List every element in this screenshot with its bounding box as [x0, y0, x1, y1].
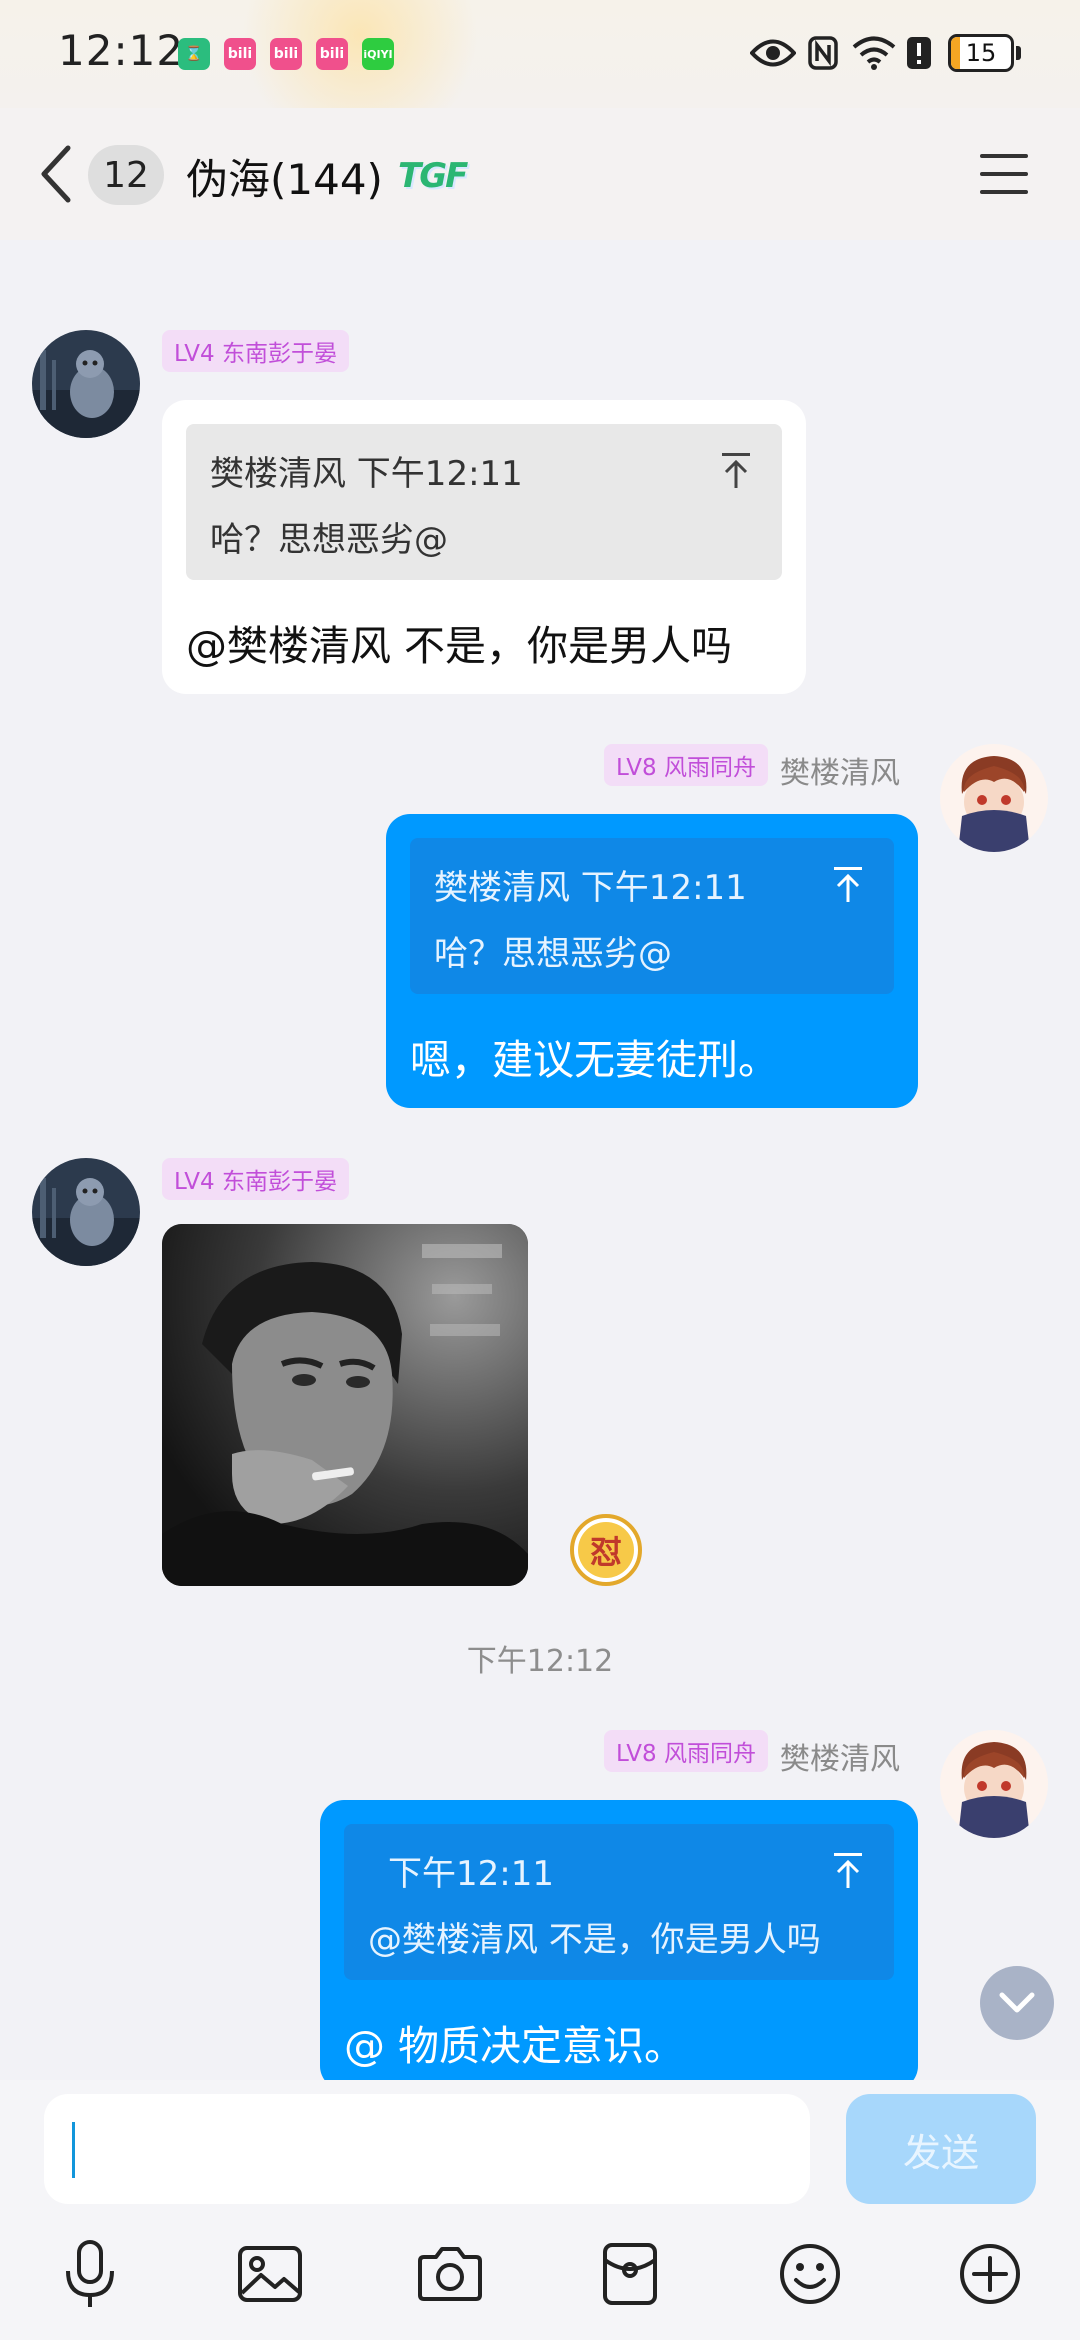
level-tag: LV8 风雨同舟 — [604, 1730, 768, 1772]
nfc-icon — [806, 28, 840, 78]
jump-to-quote-icon[interactable] — [830, 1850, 866, 1890]
quote-text: 哈？思想恶劣@ — [434, 934, 672, 974]
red-packet-icon[interactable] — [590, 2234, 670, 2314]
battery-icon: 15 — [948, 34, 1014, 72]
bilibili-icon: bili — [316, 38, 348, 70]
image-icon[interactable] — [230, 2234, 310, 2314]
bilibili-icon: bili — [270, 38, 302, 70]
level-tag: LV4 东南彭于晏 — [162, 330, 349, 372]
avatar[interactable] — [32, 330, 140, 438]
wifi-icon — [850, 28, 898, 78]
message-input[interactable] — [44, 2094, 810, 2204]
quote-author-time: 樊楼清风 下午12:11 — [434, 868, 747, 908]
quote-time: 下午12:11 — [388, 1854, 554, 1894]
message-text: 嗯，建议无妻徒刑。 — [410, 1036, 779, 1084]
hourglass-app-icon: ⌛ — [178, 38, 210, 70]
back-icon[interactable] — [34, 144, 78, 204]
status-time: 12:12 — [58, 26, 185, 75]
quote-text: @樊楼清风 不是，你是男人吗 — [368, 1920, 821, 1960]
message-text: @ 物质决定意识。 — [344, 2022, 686, 2070]
quote-text: 哈？思想恶劣@ — [210, 520, 448, 560]
jump-to-quote-icon[interactable] — [830, 864, 866, 904]
avatar[interactable] — [32, 1158, 140, 1266]
quote-author-time: 樊楼清风 下午12:11 — [210, 454, 523, 494]
scroll-to-bottom-button[interactable] — [980, 1966, 1054, 2040]
message-timestamp: 下午12:12 — [466, 1644, 614, 1679]
level-tag: LV4 东南彭于晏 — [162, 1158, 349, 1200]
reaction-badge[interactable]: 怼 — [570, 1514, 642, 1586]
iqiyi-icon: iQIYI — [362, 38, 394, 70]
camera-icon[interactable] — [410, 2234, 490, 2314]
emoji-icon[interactable] — [770, 2234, 850, 2314]
eye-icon — [748, 28, 798, 78]
bilibili-icon: bili — [224, 38, 256, 70]
battery-tip — [1016, 46, 1021, 60]
sender-name[interactable]: 樊楼清风 — [780, 748, 900, 792]
text-cursor — [72, 2122, 75, 2178]
menu-icon[interactable] — [978, 148, 1030, 200]
chat-title[interactable]: 伪海(144) — [186, 146, 383, 207]
reaction-text: 怼 — [578, 1522, 634, 1578]
avatar[interactable] — [940, 1730, 1048, 1838]
message-text: @樊楼清风 不是，你是男人吗 — [186, 622, 733, 670]
alert-icon — [904, 28, 934, 78]
sender-name[interactable]: 樊楼清风 — [780, 1734, 900, 1778]
send-button[interactable]: 发送 — [846, 2094, 1036, 2204]
avatar[interactable] — [940, 744, 1048, 852]
jump-to-quote-icon[interactable] — [718, 450, 754, 490]
unread-count-badge[interactable]: 12 — [88, 145, 164, 205]
chevron-down-icon — [999, 1992, 1035, 2013]
add-icon[interactable] — [950, 2234, 1030, 2314]
voice-icon[interactable] — [50, 2234, 130, 2314]
level-tag: LV8 风雨同舟 — [604, 744, 768, 786]
image-message[interactable] — [162, 1224, 528, 1586]
group-badge: TGF — [398, 156, 468, 196]
